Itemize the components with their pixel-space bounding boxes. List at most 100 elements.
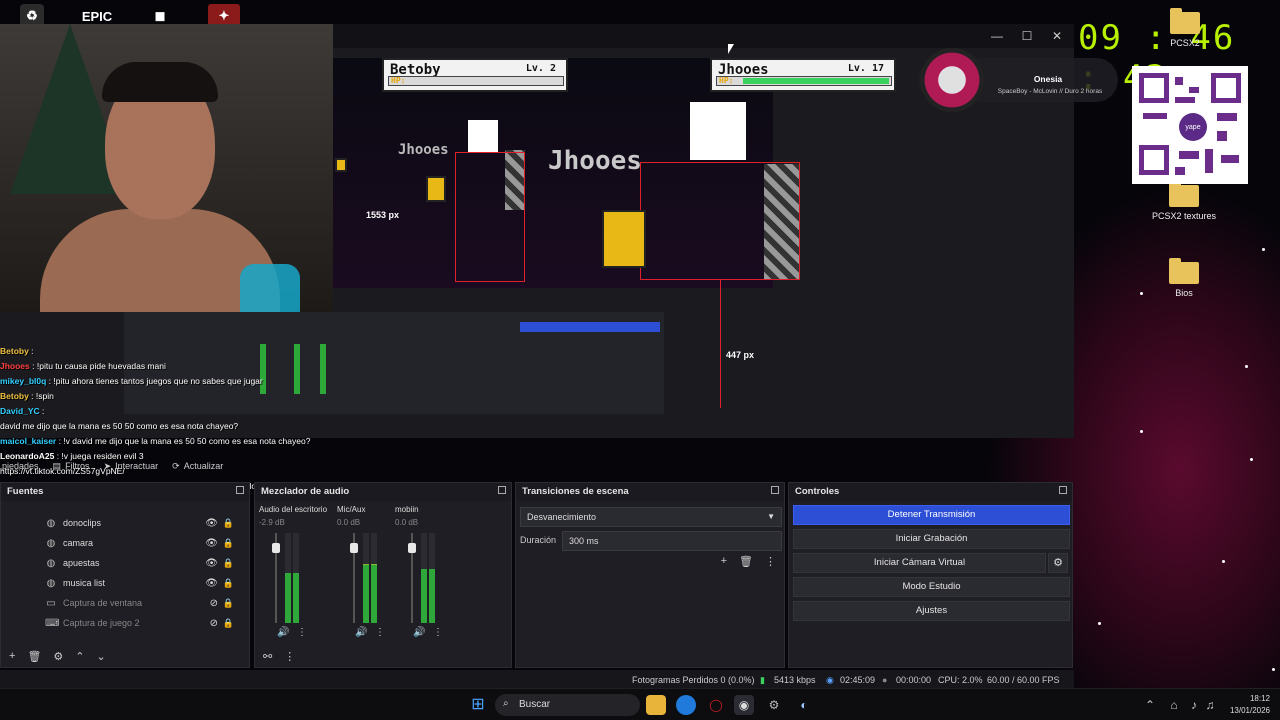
player1-card: Betoby Lv. 2 HP: (382, 58, 568, 92)
gear-icon[interactable]: ⚙ (53, 650, 63, 663)
search-icon: ⌕ (503, 698, 509, 709)
source-row[interactable]: ◍ apuestas 👁 🔒 (45, 553, 240, 573)
filters-button[interactable]: ▤ Filtros (53, 461, 90, 472)
filters-label: Filtros (65, 461, 90, 471)
source-row[interactable]: ◍ musica list 👁 🔒 (45, 573, 240, 593)
more-icon[interactable]: ⋮ (297, 627, 307, 638)
volume-icon[interactable]: ♫ (1200, 695, 1220, 715)
eye-icon[interactable]: 👁 (205, 538, 218, 549)
sources-toolbar: piedades ▤ Filtros ➤ Interactuar ⟳ Actualiz… (0, 456, 510, 476)
studio-mode-button[interactable]: Modo Estudio (793, 577, 1070, 597)
stop-streaming-button[interactable]: Detener Transmisión (793, 505, 1070, 525)
player2-hp-bar: HP: (716, 76, 892, 86)
dropped-frames: Fotogramas Perdidos 0 (0.0%) (632, 675, 755, 685)
edge-icon[interactable] (676, 695, 696, 715)
taskbar-clock[interactable]: 18:12 13/01/2026 (1230, 693, 1270, 717)
source-row[interactable]: ⌨ Captura de juego 2 ⊘ 🔒 (45, 613, 240, 633)
duration-input[interactable]: 300 ms (562, 531, 782, 551)
speaker-icon[interactable]: 🔊 (355, 627, 367, 638)
source-row[interactable]: ◍ donoclips 👁 🔒 (45, 513, 240, 533)
interact-button[interactable]: ➤ Interactuar (104, 461, 159, 472)
desktop-folder-label: PCSX2 (1170, 38, 1200, 48)
volume-fader[interactable] (350, 543, 358, 553)
desktop-folder-bios[interactable]: Bios (1144, 258, 1224, 298)
chat-username: maicol_kaiser (0, 436, 57, 446)
lock-icon[interactable]: 🔒 (223, 558, 234, 569)
add-icon[interactable]: + (721, 555, 727, 568)
eye-icon[interactable]: 👁 (205, 518, 218, 529)
eye-icon[interactable]: 👁 (205, 578, 218, 589)
obs-titlebar: — ☐ ✕ (333, 24, 1074, 48)
eye-icon[interactable]: 👁 (205, 558, 218, 569)
volume-fader[interactable] (408, 543, 416, 553)
settings-button[interactable]: Ajustes (793, 601, 1070, 621)
globe-icon: ◍ (46, 557, 56, 569)
lock-icon[interactable]: 🔒 (223, 518, 234, 529)
trash-icon[interactable]: 🗑 (27, 650, 41, 663)
player2-level: Lv. 17 (847, 63, 884, 74)
steam-icon[interactable]: ◐ (794, 695, 814, 715)
opera-icon[interactable]: ◯ (706, 695, 726, 715)
network-icon[interactable]: ⌂ (1164, 695, 1184, 715)
gear-icon[interactable]: ⚙ (1048, 553, 1068, 573)
transition-select[interactable]: Desvanecimiento ▼ (520, 507, 782, 527)
settings-icon[interactable]: ⚙ (764, 695, 784, 715)
maximize-button[interactable]: ☐ (1014, 27, 1040, 45)
more-icon[interactable]: ⋮ (375, 627, 385, 638)
more-icon[interactable]: ⋮ (284, 650, 295, 663)
obs-icon[interactable]: ◉ (734, 695, 754, 715)
player1-hp-bar: HP: (388, 76, 564, 86)
source-row[interactable]: ◍ camara 👁 🔒 (45, 533, 240, 553)
desktop-folder-pcsx2-textures[interactable]: PCSX2 textures (1144, 181, 1224, 221)
start-virtual-camera-button[interactable]: Iniciar Cámara Virtual (793, 553, 1046, 573)
float-dock-icon[interactable] (1059, 486, 1067, 494)
chat-username: Betoby (0, 391, 29, 401)
minimize-button[interactable]: — (984, 27, 1010, 45)
chat-line: David_YC : (0, 404, 340, 419)
yape-logo: yape (1179, 113, 1207, 141)
move-down-icon[interactable]: ⌄ (97, 650, 106, 663)
chevron-up-icon[interactable]: ⌃ (1140, 695, 1160, 715)
file-explorer-icon[interactable] (646, 695, 666, 715)
lock-icon[interactable]: 🔒 (223, 598, 234, 609)
float-dock-icon[interactable] (236, 486, 244, 494)
move-up-icon[interactable]: ⌃ (75, 650, 84, 663)
desktop-folder-label: PCSX2 textures (1151, 211, 1217, 221)
trash-icon[interactable]: 🗑 (739, 555, 753, 568)
volume-fader[interactable] (272, 543, 280, 553)
chat-line: maicol_kaiser : !v david me dijo que la … (0, 434, 340, 449)
windows-start-icon[interactable]: ⊞ (468, 695, 488, 715)
lock-icon[interactable]: 🔒 (223, 618, 234, 629)
globe-icon: ◍ (46, 537, 56, 549)
float-dock-icon[interactable] (498, 486, 506, 494)
properties-button[interactable]: piedades (2, 461, 39, 471)
add-icon[interactable]: + (9, 650, 15, 662)
record-time: 00:00:00 (896, 675, 932, 685)
lock-icon[interactable]: 🔒 (223, 538, 234, 549)
start-recording-button[interactable]: Iniciar Grabación (793, 529, 1070, 549)
chat-username: mikey_bl0q (0, 376, 47, 386)
close-button[interactable]: ✕ (1044, 27, 1070, 45)
refresh-button[interactable]: ⟳ Actualizar (172, 461, 223, 472)
more-icon[interactable]: ⋮ (765, 555, 776, 568)
player-name-large: Jhooes (548, 146, 642, 176)
lock-icon[interactable]: 🔒 (223, 578, 234, 589)
link-icon[interactable]: ⚯ (263, 650, 272, 663)
source-label: apuestas (63, 558, 100, 568)
desktop-folder-pcsx2[interactable]: PCSX2 (1145, 8, 1225, 48)
audio-meter-mask (285, 533, 291, 573)
chat-username: Jhooes (0, 361, 30, 371)
mixer-footer: ⚯ ⋮ (255, 645, 511, 667)
controls-dock-header: Controles (789, 483, 1072, 501)
more-icon[interactable]: ⋮ (433, 627, 443, 638)
source-row[interactable]: ▭ Captura de ventana ⊘ 🔒 (45, 593, 240, 613)
taskbar-search[interactable]: ⌕ Buscar (495, 694, 640, 716)
float-dock-icon[interactable] (771, 486, 779, 494)
duration-label: Duración (520, 535, 557, 545)
eye-off-icon[interactable]: ⊘ (210, 598, 218, 609)
eye-off-icon[interactable]: ⊘ (210, 618, 218, 629)
channel-name: Audio del escritorio (259, 505, 328, 514)
speaker-icon[interactable]: 🔊 (277, 627, 289, 638)
speaker-icon[interactable]: 🔊 (413, 627, 425, 638)
scene-transitions-dock: Transiciones de escena Desvanecimiento ▼… (515, 482, 785, 668)
